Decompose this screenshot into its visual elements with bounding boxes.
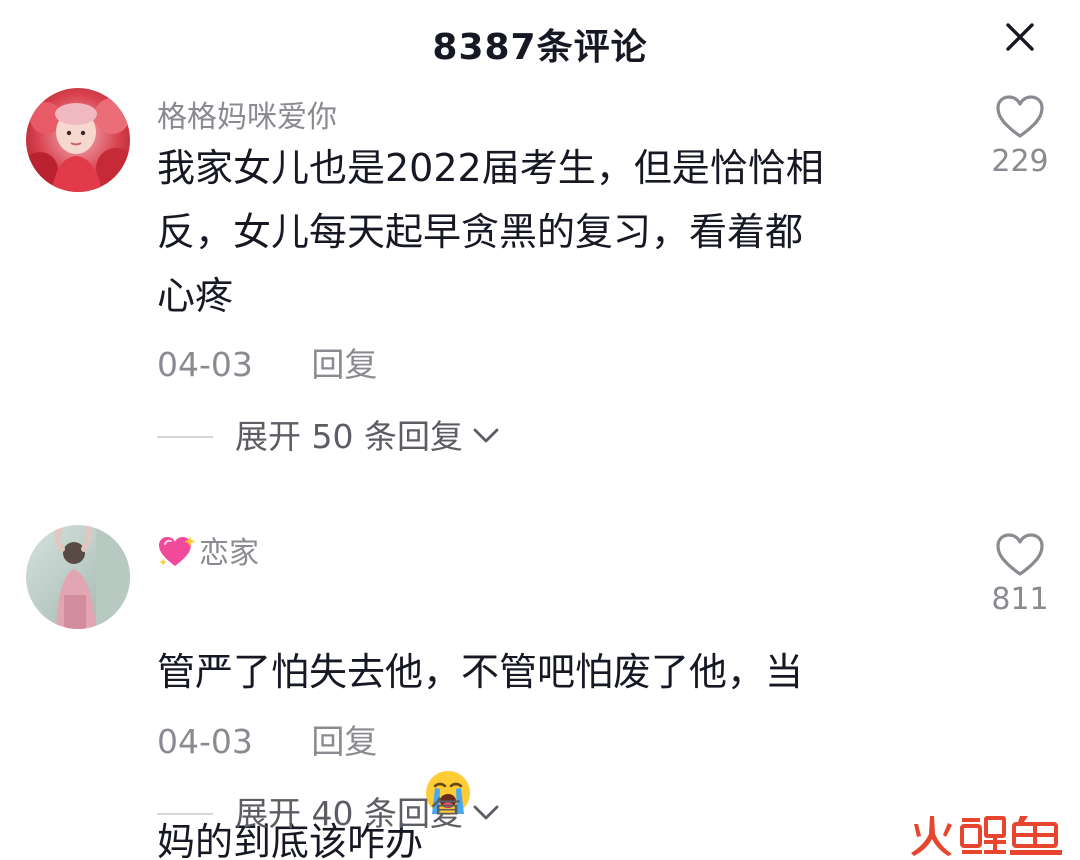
comment-count-title: 8387条评论 bbox=[432, 27, 648, 68]
expand-replies-label: 展开 40 条回复 bbox=[235, 794, 463, 833]
expand-replies-label: 展开 50 条回复 bbox=[235, 417, 463, 456]
comment-meta: 04-03 回复 bbox=[157, 715, 377, 763]
watermark-logo bbox=[908, 812, 1064, 858]
like-count: 229 bbox=[991, 144, 1049, 179]
reply-button[interactable]: 回复 bbox=[311, 715, 377, 763]
loudly-crying-face-emoji bbox=[423, 704, 473, 815]
comment-date: 04-03 bbox=[157, 722, 253, 761]
heart-outline-icon bbox=[996, 533, 1044, 576]
comment-username-label: 恋家 bbox=[199, 536, 259, 571]
expand-divider bbox=[157, 813, 213, 815]
comment-username[interactable]: 恋家 bbox=[157, 528, 259, 572]
close-button[interactable] bbox=[992, 18, 1048, 62]
like-count: 811 bbox=[991, 582, 1049, 617]
avatar[interactable] bbox=[26, 88, 130, 192]
comment-text: 我家女儿也是2022届考生，但是恰恰相 反，女儿每天起早贪黑的复习，看着都 心疼 bbox=[157, 146, 824, 318]
chevron-down-icon bbox=[471, 801, 501, 825]
comments-header: 8387条评论 bbox=[0, 0, 1080, 86]
close-icon bbox=[992, 22, 1048, 52]
expand-replies-button[interactable]: 展开 40 条回复 bbox=[157, 787, 501, 835]
like-button[interactable]: 229 bbox=[976, 94, 1064, 179]
sparkling-heart-emoji bbox=[157, 534, 197, 570]
heart-outline-icon bbox=[996, 95, 1044, 138]
reply-button[interactable]: 回复 bbox=[311, 338, 377, 386]
like-button[interactable]: 811 bbox=[976, 532, 1064, 617]
comment-meta: 04-03 回复 bbox=[157, 338, 377, 386]
expand-replies-button[interactable]: 展开 50 条回复 bbox=[157, 410, 501, 458]
chevron-down-icon bbox=[471, 424, 501, 448]
avatar[interactable] bbox=[26, 525, 130, 629]
expand-divider bbox=[157, 436, 213, 438]
comment-username[interactable]: 格格妈咪爱你 bbox=[157, 92, 337, 136]
comment-date: 04-03 bbox=[157, 345, 253, 384]
